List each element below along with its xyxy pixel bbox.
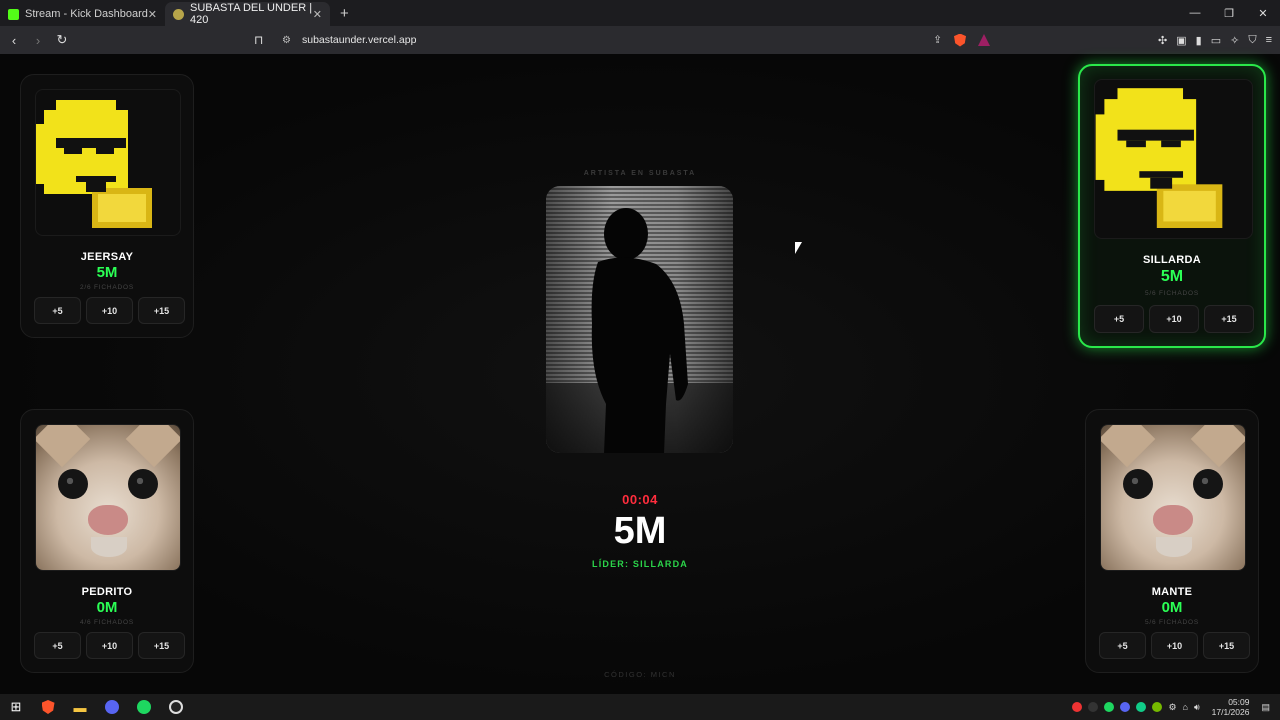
leader-label: LÍDER: SILLARDA <box>592 559 688 569</box>
minimize-icon[interactable]: — <box>1178 7 1212 19</box>
bid-plus-5-button[interactable]: +5 <box>34 297 81 324</box>
reload-icon[interactable]: ↻ <box>52 32 72 48</box>
site-favicon-icon <box>173 8 184 20</box>
bid-plus-5-button[interactable]: +5 <box>1099 632 1146 659</box>
avatar <box>1100 424 1246 571</box>
bidder-name: PEDRITO <box>81 586 133 598</box>
tray-app-icon[interactable] <box>1136 702 1147 712</box>
bid-plus-15-button[interactable]: +15 <box>1204 305 1254 333</box>
tray-volume-icon[interactable]: 🔊︎ <box>1194 702 1200 713</box>
bidder-card-sillarda: SILLARDA 5M 5/6 FICHADOS +5 +10 +15 <box>1078 64 1266 348</box>
artist-photo <box>546 186 733 453</box>
bidder-signed-count: 4/6 FICHADOS <box>79 619 135 626</box>
countdown-timer: 00:04 <box>622 492 658 507</box>
bid-plus-10-button[interactable]: +10 <box>1151 632 1198 659</box>
close-tab-icon[interactable]: ✕ <box>313 8 322 21</box>
bidder-amount: 5M <box>1160 268 1184 285</box>
back-icon[interactable]: ‹ <box>4 33 24 48</box>
bidder-signed-count: 5/6 FICHADOS <box>1144 290 1200 297</box>
windows-taskbar: ⊞ ▬ ⚙ ⌂ 🔊︎ 05:09 17/1/2026 ▤ <box>0 694 1280 720</box>
avatar <box>35 424 181 571</box>
avatar <box>35 89 181 236</box>
cat-avatar-image <box>1101 425 1245 570</box>
bidder-amount: 0M <box>1161 599 1183 616</box>
clock-date: 17/1/2026 <box>1211 707 1250 717</box>
artist-section-label: ARTISTA EN SUBASTA <box>583 170 697 177</box>
extensions-icon[interactable]: ✣ <box>1158 34 1167 47</box>
brave-icon[interactable] <box>32 694 64 720</box>
vpn-icon[interactable]: ⛉ <box>1248 34 1256 47</box>
artist-silhouette-image <box>591 208 688 453</box>
tray-nvidia-icon[interactable] <box>1152 702 1163 712</box>
bidder-card-jeersay: JEERSAY 5M 2/6 FICHADOS +5 +10 +15 <box>20 74 194 338</box>
share-icon[interactable]: ⇪ <box>933 34 942 46</box>
url-text[interactable]: subastaunder.vercel.app <box>302 34 416 46</box>
bid-plus-10-button[interactable]: +10 <box>86 632 133 659</box>
bid-plus-15-button[interactable]: +15 <box>138 297 185 324</box>
tray-discord-icon[interactable] <box>1120 702 1131 712</box>
tab-subasta[interactable]: SUBASTA DEL UNDER | 420 ✕ <box>165 2 330 26</box>
bidder-signed-count: 2/6 FICHADOS <box>79 284 135 291</box>
mouse-cursor-icon <box>795 242 802 254</box>
tray-app-icon[interactable] <box>1088 702 1099 712</box>
file-explorer-icon[interactable]: ▬ <box>64 694 96 720</box>
spotify-icon[interactable] <box>128 694 160 720</box>
tab-strip: Stream - Kick Dashboard ✕ SUBASTA DEL UN… <box>0 0 1280 26</box>
navigation-bar: ‹ › ↻ ⊓ ⚙ subastaunder.vercel.app ⇪ ✣ ▣ … <box>0 26 1280 54</box>
bid-plus-10-button[interactable]: +10 <box>1149 305 1199 333</box>
tab-title: Stream - Kick Dashboard <box>25 8 148 20</box>
bid-plus-15-button[interactable]: +15 <box>1203 632 1250 659</box>
bidder-card-pedrito: PEDRITO 0M 4/6 FICHADOS +5 +10 +15 <box>20 409 194 673</box>
wallet-icon[interactable]: ▭ <box>1211 34 1221 47</box>
pixel-emoji-icon <box>1095 88 1223 228</box>
bidder-amount: 5M <box>96 264 118 281</box>
site-info-icon[interactable]: ⚙ <box>282 35 296 46</box>
discord-icon[interactable] <box>96 694 128 720</box>
tray-app-icon[interactable] <box>1072 702 1083 712</box>
bid-plus-5-button[interactable]: +5 <box>34 632 81 659</box>
taskbar-clock[interactable]: 05:09 17/1/2026 <box>1212 697 1250 717</box>
avatar <box>1094 79 1253 239</box>
bid-plus-5-button[interactable]: +5 <box>1094 305 1144 333</box>
obs-icon[interactable] <box>160 694 192 720</box>
room-code: CÓDIGO: MICN <box>604 670 676 679</box>
current-bid-amount: 5M <box>613 510 667 552</box>
bidder-card-mante: MANTE 0M 5/6 FICHADOS +5 +10 +15 <box>1085 409 1259 673</box>
bidder-name: SILLARDA <box>1142 254 1201 266</box>
tray-steam-icon[interactable]: ⚙ <box>1168 702 1176 713</box>
toolbar-right: ✣ ▣ ▮ ▭ ✧ ⛉ ≡ <box>1158 34 1272 47</box>
cat-avatar-image <box>36 425 180 570</box>
sidebar-icon[interactable]: ▮ <box>1196 34 1202 47</box>
bidder-amount: 0M <box>96 599 118 616</box>
tray-spotify-icon[interactable] <box>1104 702 1115 712</box>
start-icon[interactable]: ⊞ <box>0 694 32 720</box>
close-window-icon[interactable]: ✕ <box>1246 7 1280 20</box>
tab-search-icon[interactable]: ▣ <box>1176 34 1186 47</box>
forward-icon[interactable]: › <box>28 33 48 48</box>
window-controls: — ❐ ✕ <box>1178 0 1280 26</box>
tab-kick-dashboard[interactable]: Stream - Kick Dashboard ✕ <box>0 2 165 26</box>
bidder-name: MANTE <box>1151 586 1193 598</box>
notifications-icon[interactable]: ▤ <box>1261 702 1270 713</box>
brave-shields-icon[interactable] <box>954 33 966 47</box>
pixel-emoji-icon <box>36 100 152 228</box>
close-tab-icon[interactable]: ✕ <box>148 8 157 21</box>
bookmark-icon[interactable]: ⊓ <box>254 33 274 47</box>
bid-plus-10-button[interactable]: +10 <box>86 297 133 324</box>
new-tab-button[interactable]: + <box>330 5 359 26</box>
auction-page: JEERSAY 5M 2/6 FICHADOS +5 +10 +15 SILLA… <box>0 54 1280 694</box>
bidder-signed-count: 5/6 FICHADOS <box>1144 619 1200 626</box>
clock-time: 05:09 <box>1228 697 1250 707</box>
tab-title: SUBASTA DEL UNDER | 420 <box>190 2 313 26</box>
bidder-name: JEERSAY <box>80 251 134 263</box>
leo-ai-icon[interactable]: ✧ <box>1230 34 1239 47</box>
address-bar[interactable]: ⊓ ⚙ subastaunder.vercel.app ⇪ <box>254 29 1000 51</box>
tray-network-icon[interactable]: ⌂ <box>1183 702 1188 712</box>
brave-rewards-icon[interactable] <box>978 34 990 46</box>
restore-icon[interactable]: ❐ <box>1212 7 1246 20</box>
kick-icon <box>8 8 19 20</box>
bid-plus-15-button[interactable]: +15 <box>138 632 185 659</box>
menu-icon[interactable]: ≡ <box>1266 34 1272 47</box>
system-tray: ⚙ ⌂ 🔊︎ 05:09 17/1/2026 ▤ <box>1072 697 1270 717</box>
